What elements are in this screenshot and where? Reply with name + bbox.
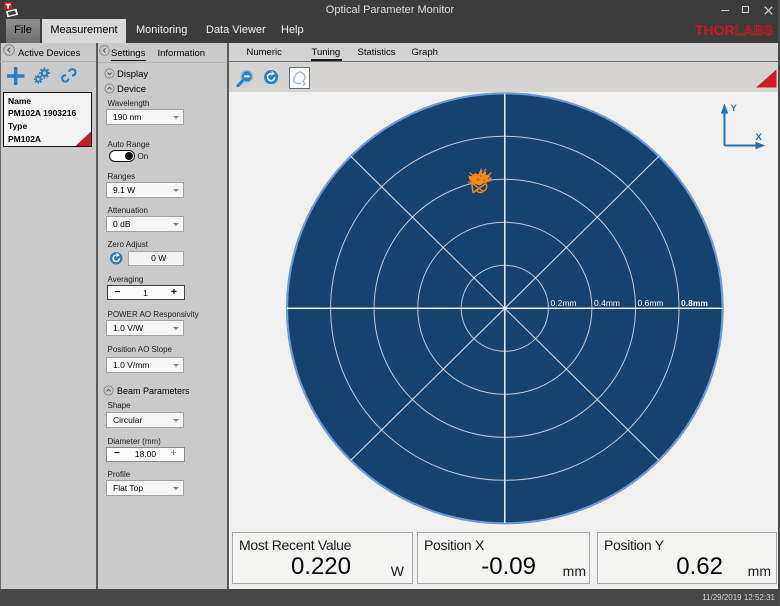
svg-text:Y: Y (731, 103, 738, 114)
svg-text:0.6mm: 0.6mm (638, 298, 664, 308)
svg-text:LABS: LABS (735, 23, 773, 37)
svg-text:0.2mm: 0.2mm (551, 298, 577, 308)
svg-text:X: X (756, 132, 763, 143)
svg-text:THOR: THOR (695, 23, 735, 37)
svg-text:0.8mm: 0.8mm (681, 298, 708, 308)
svg-text:0.4mm: 0.4mm (594, 298, 620, 308)
